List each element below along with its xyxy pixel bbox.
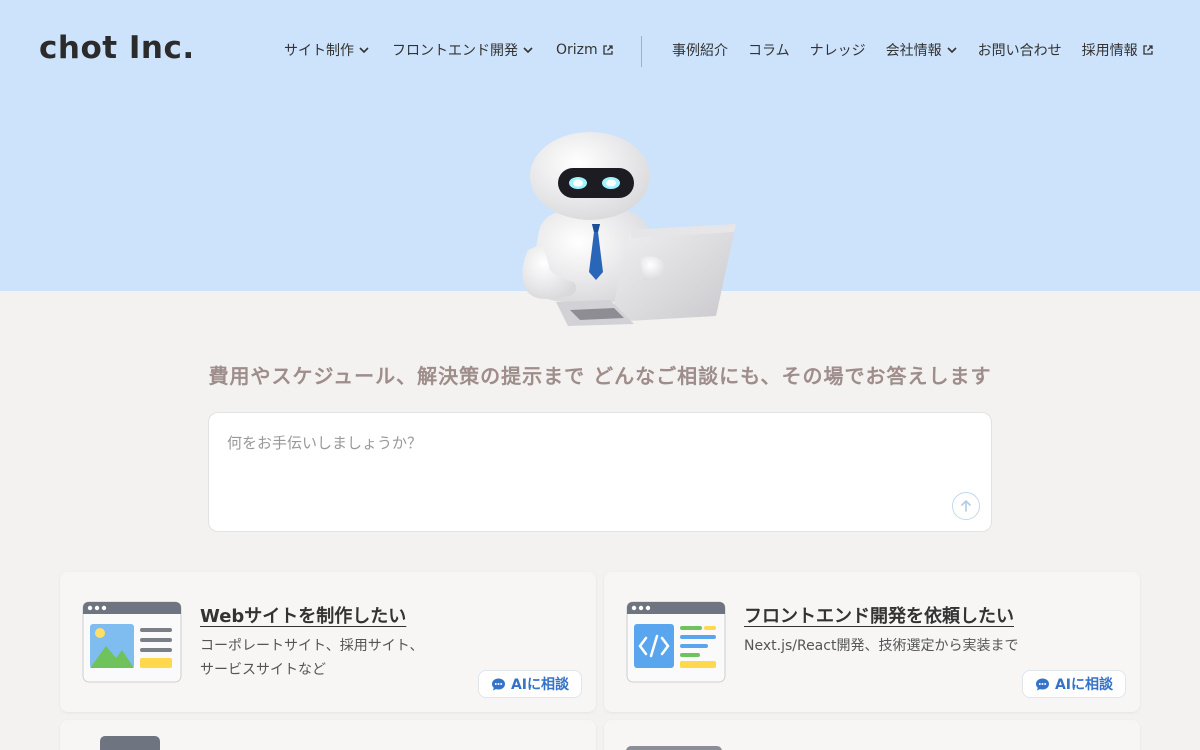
card-description: Next.js/React開発、技術選定から実装まで (744, 634, 1124, 658)
nav-label: お問い合わせ (977, 43, 1062, 59)
mobile-device-icon (100, 736, 160, 750)
card-description: コーポレートサイト、採用サイト、 サービスサイトなど (200, 634, 460, 682)
code-window-icon (626, 601, 726, 683)
chevron-down-icon (523, 47, 533, 54)
nav-item-frontend-dev[interactable]: フロントエンド開発 (392, 40, 534, 60)
card-title[interactable]: フロントエンド開発を依頼したい (744, 602, 1014, 628)
nav-item-column[interactable]: コラム (748, 40, 790, 60)
nav-item-company[interactable]: 会社情報 (886, 40, 958, 60)
nav-item-knowledge[interactable]: ナレッジ (810, 40, 866, 60)
nav-label: 採用情報 (1081, 43, 1138, 59)
chevron-down-icon (947, 47, 957, 54)
nav-item-case-studies[interactable]: 事例紹介 (672, 40, 728, 60)
nav-label: 会社情報 (885, 43, 942, 59)
service-card-frontend[interactable]: フロントエンド開発を依頼したい Next.js/React開発、技術選定から実装… (604, 572, 1140, 712)
ai-consult-button[interactable]: AIに相談 (477, 670, 582, 698)
nav-item-site-production[interactable]: サイト制作 (284, 40, 370, 60)
window-icon (626, 746, 722, 750)
logo[interactable]: chot Inc. (39, 30, 195, 66)
nav-divider (641, 36, 642, 67)
nav-label: 事例紹介 (672, 43, 728, 59)
secondary-nav: 事例紹介 コラム ナレッジ 会社情報 お問い合わせ 採用情報 (672, 40, 1154, 60)
card-desc-line: サービスサイトなど (200, 662, 326, 678)
nav-item-orizm[interactable]: Orizm (556, 42, 614, 58)
chat-bubble-icon (1035, 678, 1049, 690)
chevron-down-icon (359, 47, 369, 54)
nav-label: コラム (748, 43, 790, 59)
card-title[interactable]: Webサイトを制作したい (200, 602, 406, 628)
arrow-up-icon (961, 499, 971, 512)
external-link-icon (603, 45, 613, 55)
send-button[interactable] (952, 492, 980, 520)
hero-headline: 費用やスケジュール、解決策の提示まで どんなご相談にも、その場でお答えします (208, 364, 992, 388)
primary-nav: サイト制作 フロントエンド開発 Orizm (284, 40, 614, 60)
chat-input[interactable] (227, 429, 927, 457)
external-link-icon (1142, 45, 1153, 55)
ai-consult-label: AIに相談 (510, 677, 569, 693)
robot-mascot-illustration (522, 132, 736, 326)
nav-label: フロントエンド開発 (392, 43, 518, 59)
website-window-icon (82, 601, 182, 683)
service-card-partial[interactable] (604, 720, 1140, 750)
site-header: chot Inc. サイト制作 フロントエンド開発 Orizm 事例紹介 コラム… (0, 0, 1200, 102)
nav-item-recruit[interactable]: 採用情報 (1082, 40, 1154, 60)
ai-chat-box (208, 412, 992, 532)
nav-item-contact[interactable]: お問い合わせ (978, 40, 1062, 60)
card-desc-line: コーポレートサイト、採用サイト、 (200, 638, 424, 654)
ai-consult-label: AIに相談 (1054, 677, 1113, 693)
ai-consult-button[interactable]: AIに相談 (1021, 670, 1126, 698)
service-card-partial[interactable] (60, 720, 596, 750)
nav-label: Orizm (556, 42, 598, 58)
nav-label: サイト制作 (284, 43, 354, 59)
chat-bubble-icon (491, 678, 505, 690)
service-card-website[interactable]: Webサイトを制作したい コーポレートサイト、採用サイト、 サービスサイトなど … (60, 572, 596, 712)
nav-label: ナレッジ (809, 43, 866, 59)
card-desc-line: Next.js/React開発、技術選定から実装まで (744, 638, 1019, 654)
